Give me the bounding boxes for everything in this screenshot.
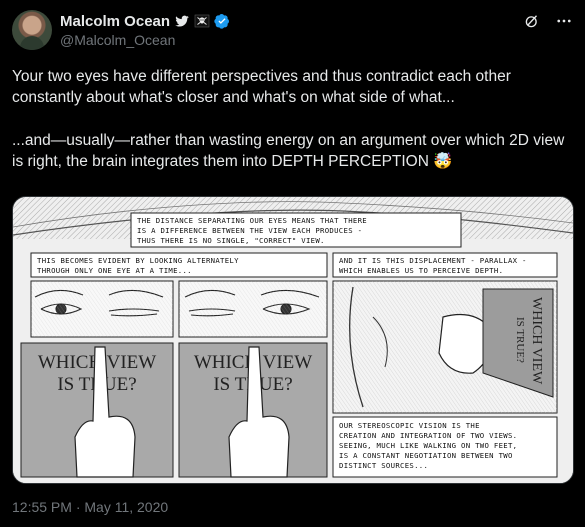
caption-left-line-1: THIS BECOMES EVIDENT BY LOOKING ALTERNAT… [37,256,239,265]
comic-image[interactable]: THE DISTANCE SEPARATING OUR EYES MEANS T… [12,196,574,484]
header-actions [523,12,573,30]
caption-right-line-1: AND IT IS THIS DISPLACEMENT - PARALLAX - [339,256,527,265]
tweet-text: Your two eyes have different perspective… [12,66,572,172]
caption-bottom-line-4: IS A CONSTANT NEGOTIATION BETWEEN TWO [339,451,513,460]
handle[interactable]: @Malcolm_Ocean [60,32,230,48]
pirate-flag-icon [194,13,210,29]
tweet-header: Malcolm Ocean @Malcolm_Ocean [12,10,573,54]
avatar[interactable] [12,10,52,50]
grok-icon[interactable] [523,12,541,30]
verified-badge-icon[interactable] [214,13,230,29]
display-name[interactable]: Malcolm Ocean [60,13,170,30]
name-row: Malcolm Ocean [60,11,230,31]
caption-top-line-2: IS A DIFFERENCE BETWEEN THE VIEW EACH PR… [137,226,362,235]
caption-bottom-line-2: CREATION AND INTEGRATION OF TWO VIEWS. [339,431,517,440]
tweet-paragraph-2: ...and—usually—rather than wasting energ… [12,132,565,170]
panel-side-question-line-1: WHICH VIEW [529,297,544,385]
tweet-paragraph-1: Your two eyes have different perspective… [12,68,511,106]
timestamp[interactable]: 12:55 PM · May 11, 2020 [12,499,168,515]
caption-top-line-1: THE DISTANCE SEPARATING OUR EYES MEANS T… [137,216,367,225]
panel-side-question-line-2: IS TRUE? [514,317,526,363]
author-block: Malcolm Ocean @Malcolm_Ocean [60,11,230,48]
caption-top-line-3: THUS THERE IS NO SINGLE, "CORRECT" VIEW. [137,236,325,245]
caption-bottom-line-5: DISTINCT SOURCES... [339,461,428,470]
caption-left-line-2: THROUGH ONLY ONE EYE AT A TIME... [37,266,192,275]
comic-drawing: THE DISTANCE SEPARATING OUR EYES MEANS T… [13,197,573,483]
caption-right-line-2: WHICH ENABLES US TO PERCEIVE DEPTH. [339,266,503,275]
caption-bottom-line-1: OUR STEREOSCOPIC VISION IS THE [339,421,480,430]
caption-bottom-line-3: SEEING, MUCH LIKE WALKING ON TWO FEET, [339,441,517,450]
twitter-bird-icon [174,13,190,29]
more-icon[interactable] [555,12,573,30]
